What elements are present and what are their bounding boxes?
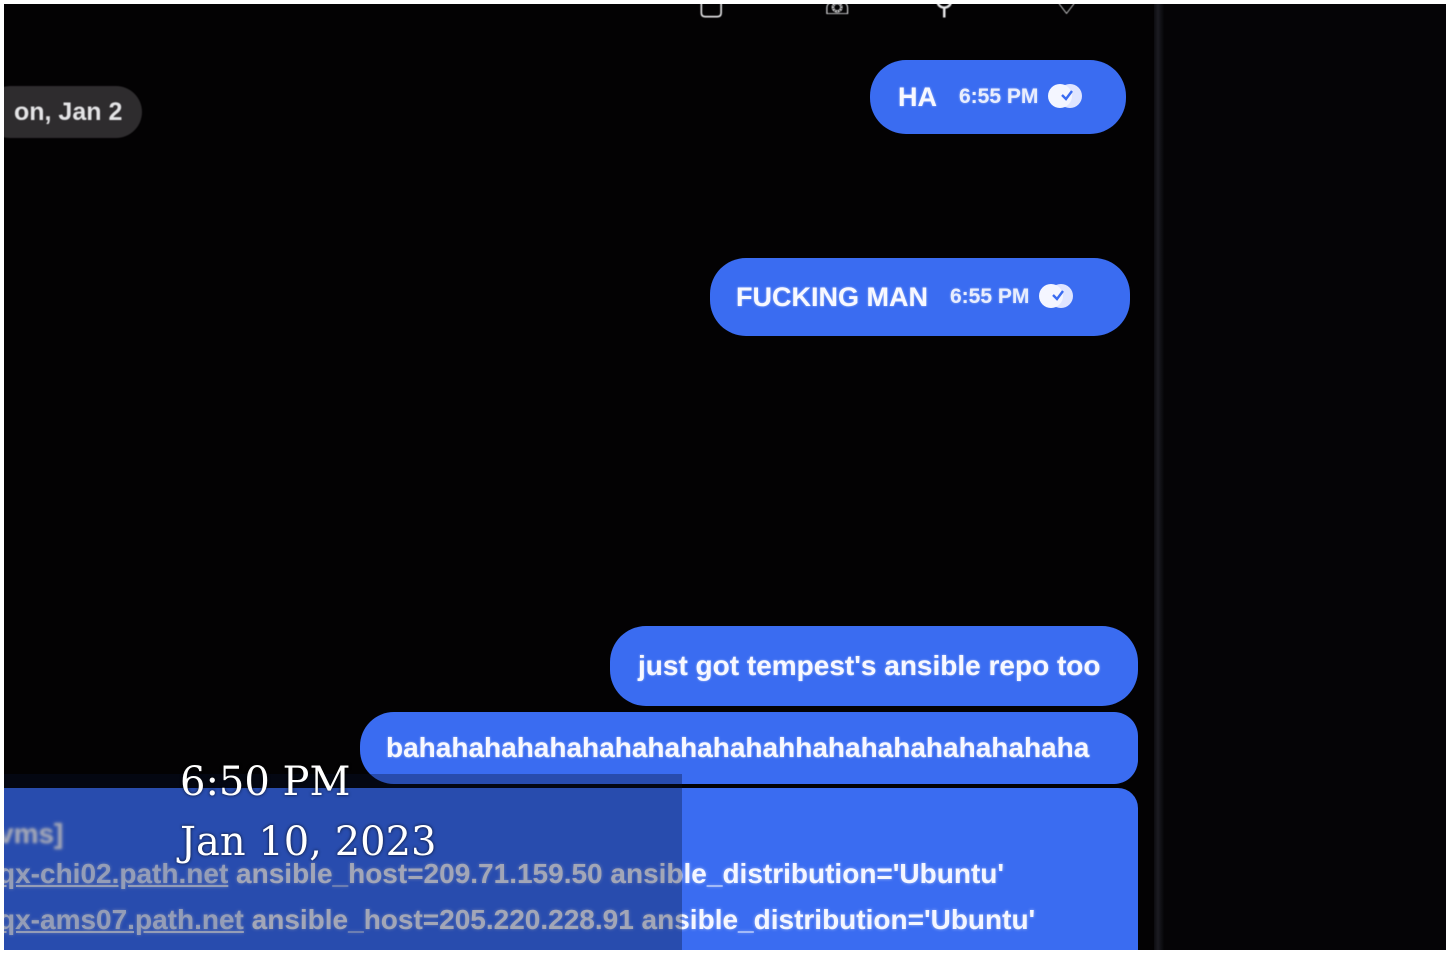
message-text: FUCKING MAN [736, 281, 928, 312]
off-screen-area [1164, 4, 1446, 950]
screen-bezel [1154, 4, 1164, 950]
photo-frame: ▢ ☏ ⚲ ♢ on, Jan 2 HA 6:55 PM FUCKING MAN… [4, 4, 1446, 950]
message-text: bahahahahahahahahahahahahhahahahahahahah… [386, 732, 1090, 763]
message-time: 6:55 PM [949, 285, 1030, 308]
message-time: 6:55 PM [959, 85, 1039, 108]
message-text: just got tempest's ansible repo too [638, 650, 1101, 681]
read-receipt-icon [1048, 84, 1083, 110]
more-icon[interactable]: ♢ [1054, 4, 1079, 20]
overlay-date: Jan 10, 2023 [180, 819, 437, 865]
message-bubble[interactable]: HA 6:55 PM [870, 60, 1126, 134]
read-receipt-icon [1039, 284, 1074, 310]
message-bubble[interactable]: just got tempest's ansible repo too [610, 626, 1138, 706]
search-icon[interactable]: ⚲ [934, 4, 955, 20]
message-bubble[interactable]: FUCKING MAN 6:55 PM [710, 258, 1130, 336]
message-text: HA [898, 81, 937, 112]
video-call-icon[interactable]: ▢ [698, 4, 724, 20]
overlay-time: 6:50 PM [180, 759, 351, 805]
phone-icon[interactable]: ☏ [820, 4, 855, 20]
date-divider: on, Jan 2 [4, 86, 143, 138]
